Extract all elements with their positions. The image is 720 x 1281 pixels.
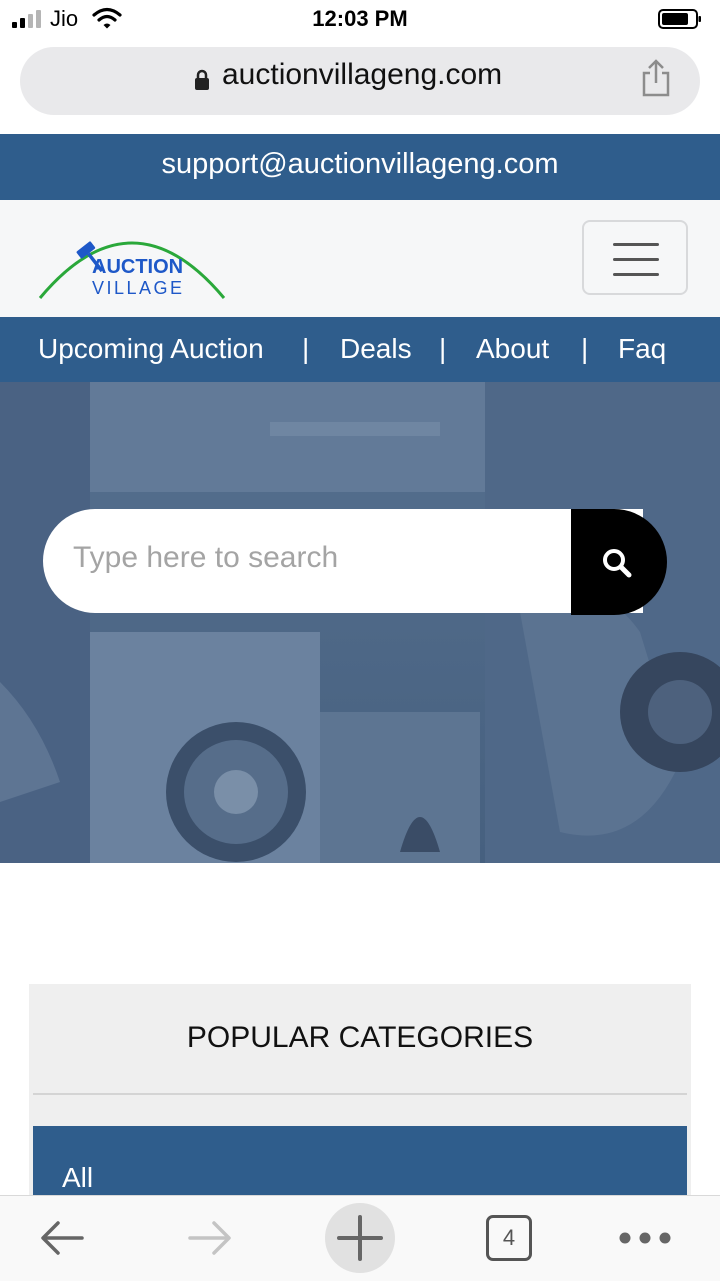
more-options-icon[interactable] [618,1228,672,1248]
nav-separator: | [439,333,447,364]
menu-bar [613,243,659,246]
logo-word-auction: AUCTION [92,256,183,278]
nav-separator: | [581,333,589,364]
tabs-count-button[interactable]: 4 [486,1215,532,1261]
url-text[interactable]: auctionvillageng.com [222,58,502,92]
search-icon [603,549,632,578]
auction-village-logo[interactable]: AUCTION VILLAGE [36,218,228,306]
popular-categories-title: POPULAR CATEGORIES [186,1021,534,1054]
hero-banner [0,382,720,863]
hamburger-menu-button[interactable] [582,220,688,295]
new-tab-button[interactable] [325,1203,395,1273]
battery-icon [658,9,701,29]
back-arrow-icon[interactable] [38,1218,86,1258]
nav-about[interactable]: About [476,333,549,365]
forward-arrow-icon[interactable] [186,1218,234,1258]
nav-upcoming-auction[interactable]: Upcoming Auction [38,333,264,365]
share-icon[interactable] [640,59,672,97]
hero-background-image [0,382,720,863]
divider [33,1093,687,1095]
support-email[interactable]: support@auctionvillageng.com [0,148,720,181]
menu-bar [613,273,659,276]
nav-deals[interactable]: Deals [340,333,412,365]
plus-icon [337,1215,383,1261]
nav-faq[interactable]: Faq [618,333,666,365]
clock: 12:03 PM [312,6,408,31]
menu-bar [613,258,659,261]
category-label: All [62,1162,94,1193]
nav-separator: | [302,333,310,364]
logo-word-village: VILLAGE [92,278,185,298]
search-box [43,509,643,613]
search-input[interactable] [73,541,553,575]
lock-icon [195,69,209,90]
